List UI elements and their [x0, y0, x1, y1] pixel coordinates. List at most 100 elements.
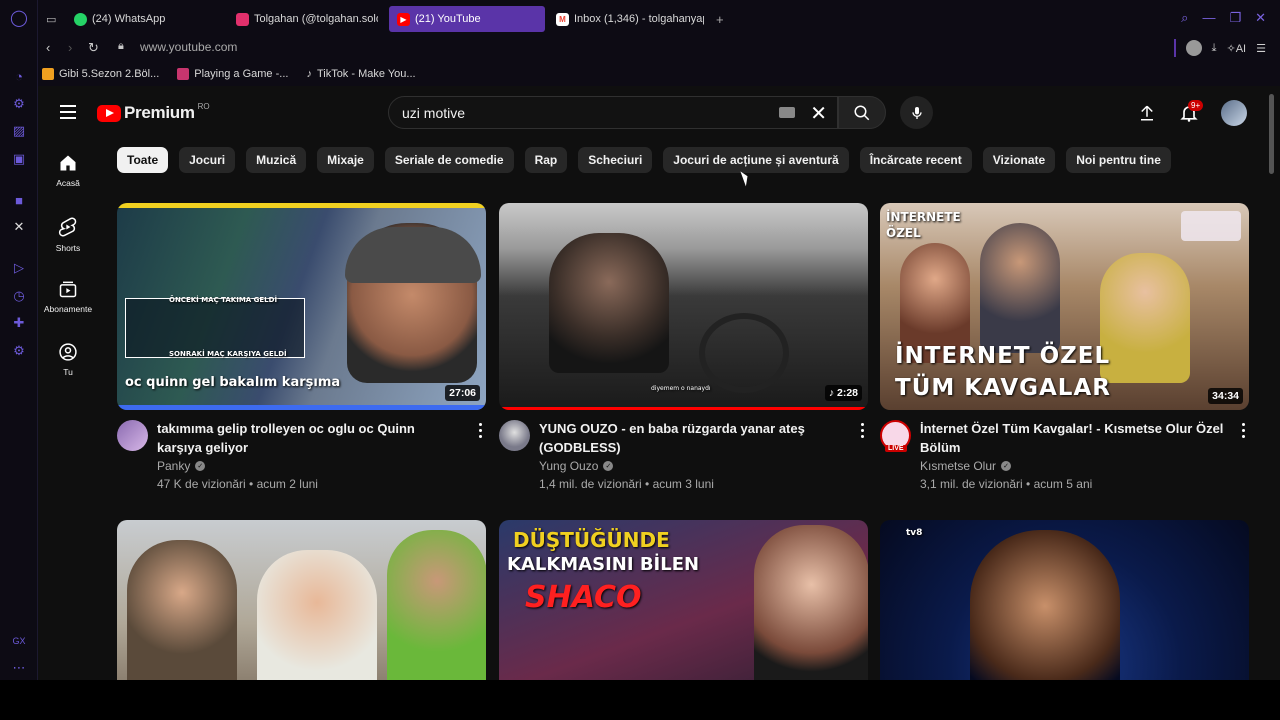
video-thumbnail[interactable] — [117, 520, 486, 680]
chip[interactable]: Rap — [524, 147, 568, 173]
show-logo — [1181, 211, 1241, 241]
easy-setup-icon[interactable]: ☰ — [1256, 42, 1266, 55]
bookmark-favicon-icon — [177, 68, 190, 80]
control-icon[interactable]: ⚙ — [11, 96, 27, 112]
search-query: uzi motive — [402, 105, 466, 121]
download-icon[interactable]: ⤓ — [1212, 42, 1217, 55]
video-title[interactable]: İnternet Özel Tüm Kavgalar! - Kısmetse O… — [920, 419, 1225, 457]
chip[interactable]: Mixaje — [317, 147, 374, 173]
video-card[interactable]: İNTERNETE ÖZEL İNTERNET ÖZEL TÜM KAVGALA… — [880, 203, 1249, 491]
instagram-icon — [236, 12, 249, 26]
avatar[interactable] — [1221, 100, 1247, 126]
twitch-icon[interactable]: ■ — [11, 192, 27, 208]
video-title[interactable]: YUNG OUZO - en baba rüzgarda yanar ateş … — [539, 419, 844, 457]
tab-instagram[interactable]: Tolgahan (@tolgahan.solo) — [228, 6, 378, 32]
thumbnail-person — [754, 525, 868, 680]
video-card[interactable]: DÜŞTÜĞÜNDE KALKMASINI BİLEN SHACO — [499, 520, 868, 680]
channel-name[interactable]: Yung Ouzo ✓ — [539, 459, 614, 473]
video-thumbnail[interactable]: diyemem o nanaydı ♪ 2:28 — [499, 203, 868, 410]
chip[interactable]: Vizionate — [982, 147, 1056, 173]
tab-whatsapp[interactable]: (24) WhatsApp — [66, 6, 216, 32]
channel-avatar[interactable] — [117, 420, 148, 451]
tab-overview-button[interactable]: ▭ — [38, 6, 68, 32]
video-thumbnail[interactable]: tv8 — [880, 520, 1249, 680]
nav-subscriptions[interactable]: Abonamente — [38, 279, 98, 314]
bookmark-item[interactable]: Playing a Game -... — [177, 68, 288, 80]
close-window-icon[interactable]: ✕ — [1255, 10, 1266, 26]
bookmark-item[interactable]: ♪ TikTok - Make You... — [306, 68, 415, 80]
back-icon[interactable]: ‹ — [46, 40, 50, 55]
video-thumbnail[interactable]: DÜŞTÜĞÜNDE KALKMASINI BİLEN SHACO — [499, 520, 868, 680]
tab-youtube[interactable]: ▶ (21) YouTube — [389, 6, 545, 32]
nav-home[interactable]: Acasă — [38, 153, 98, 188]
chip-all[interactable]: Toate — [117, 147, 169, 173]
chip[interactable]: Noi pentru tine — [1066, 147, 1171, 173]
more-options-icon[interactable] — [479, 423, 482, 438]
video-card[interactable] — [117, 520, 486, 680]
keyboard-icon[interactable] — [779, 107, 795, 118]
channel-avatar[interactable] — [499, 420, 530, 451]
url-field[interactable]: www.youtube.com — [140, 40, 237, 54]
speed-dial-icon[interactable]: ◔ — [11, 68, 27, 84]
tiktok-icon: ♪ — [306, 68, 312, 80]
thumbnail-text: İNTERNET ÖZEL — [895, 343, 1111, 369]
youtube-logo[interactable]: Premium RO — [97, 102, 210, 123]
page-scrollbar[interactable] — [1269, 94, 1274, 174]
menu-icon[interactable] — [60, 105, 76, 119]
channel-name[interactable]: Kısmetse Olur ✓ — [920, 459, 1012, 473]
address-bar-tools: ⤓ ✧AI ☰ — [1173, 39, 1266, 57]
reload-icon[interactable]: ↻ — [88, 40, 99, 56]
bookmark-label: Playing a Game -... — [194, 68, 289, 80]
cleaner-icon[interactable]: ▨ — [11, 123, 27, 139]
browser-sidebar: ◯ ◔ ⚙ ▨ ▣ ■ ✕ ▷ ◷ ✚ ⚙ GX ⋯ — [0, 0, 38, 680]
chip[interactable]: Jocuri — [179, 147, 236, 173]
lock-icon[interactable]: 🔒︎ — [118, 40, 124, 53]
video-thumbnail[interactable]: İNTERNETE ÖZEL İNTERNET ÖZEL TÜM KAVGALA… — [880, 203, 1249, 410]
video-card[interactable]: tv8 — [880, 520, 1249, 680]
subscriptions-icon — [59, 281, 77, 298]
player-icon[interactable]: ▷ — [11, 260, 27, 276]
thumbnail-text: TÜM KAVGALAR — [895, 375, 1111, 401]
search-input[interactable]: uzi motive ✕ — [388, 96, 838, 129]
video-thumbnail[interactable]: ÖNCEKİ MAÇ TAKIMA GELDİ SONRAKİ MAÇ KARŞ… — [117, 203, 486, 410]
new-tab-button[interactable]: + — [708, 6, 730, 32]
settings-icon[interactable]: ⚙ — [11, 343, 27, 359]
gx-icon[interactable]: GX — [11, 633, 27, 649]
more-options-icon[interactable] — [1242, 423, 1245, 438]
video-card[interactable]: ÖNCEKİ MAÇ TAKIMA GELDİ SONRAKİ MAÇ KARŞ… — [117, 203, 486, 491]
chip[interactable]: Jocuri de acțiune și aventură — [663, 147, 849, 173]
upload-icon[interactable] — [1138, 103, 1156, 123]
video-card[interactable]: diyemem o nanaydı ♪ 2:28 YUNG OUZO - en … — [499, 203, 868, 491]
channel-name[interactable]: Panky ✓ — [157, 459, 206, 473]
nav-shorts[interactable]: Shorts — [38, 216, 98, 253]
video-duration: ♪ 2:28 — [824, 385, 862, 401]
x-icon[interactable]: ✕ — [11, 219, 27, 235]
extensions-icon[interactable]: ✚ — [11, 315, 27, 331]
search-button[interactable] — [838, 96, 886, 129]
tab-gmail[interactable]: M Inbox (1,346) - tolgahanyap — [548, 6, 704, 32]
more-options-icon[interactable] — [861, 423, 864, 438]
nav-you[interactable]: Tu — [38, 342, 98, 377]
maximize-icon[interactable]: ❐ — [1229, 10, 1241, 26]
search-tabs-icon[interactable]: ⌕ — [1181, 10, 1188, 26]
profile-icon[interactable] — [1185, 40, 1202, 56]
chip[interactable]: Muzică — [246, 147, 307, 173]
opera-logo-icon[interactable]: ◯ — [10, 10, 28, 27]
bookmark-item[interactable]: Gibi 5.Sezon 2.Böl... — [42, 68, 159, 80]
nav-label: Acasă — [56, 178, 80, 188]
aria-ai-button[interactable]: ✧AI — [1227, 42, 1247, 55]
channel-watermark: tv8 — [906, 528, 923, 538]
messenger-icon[interactable]: ▣ — [11, 151, 27, 167]
chip[interactable]: Scheciuri — [578, 147, 653, 173]
clear-icon[interactable]: ✕ — [810, 101, 827, 126]
chip[interactable]: Seriale de comedie — [384, 147, 514, 173]
notification-badge: 9+ — [1188, 100, 1204, 111]
chip[interactable]: Încărcate recent — [859, 147, 972, 173]
video-title[interactable]: takımıma gelip trolleyen oc oglu oc Quin… — [157, 419, 462, 457]
minimize-icon[interactable]: — — [1202, 10, 1215, 26]
history-icon[interactable]: ◷ — [11, 288, 27, 304]
channel-label: Panky — [157, 459, 191, 473]
forward-icon[interactable]: › — [68, 40, 72, 55]
voice-search-button[interactable] — [900, 96, 933, 129]
more-icon[interactable]: ⋯ — [11, 660, 27, 676]
